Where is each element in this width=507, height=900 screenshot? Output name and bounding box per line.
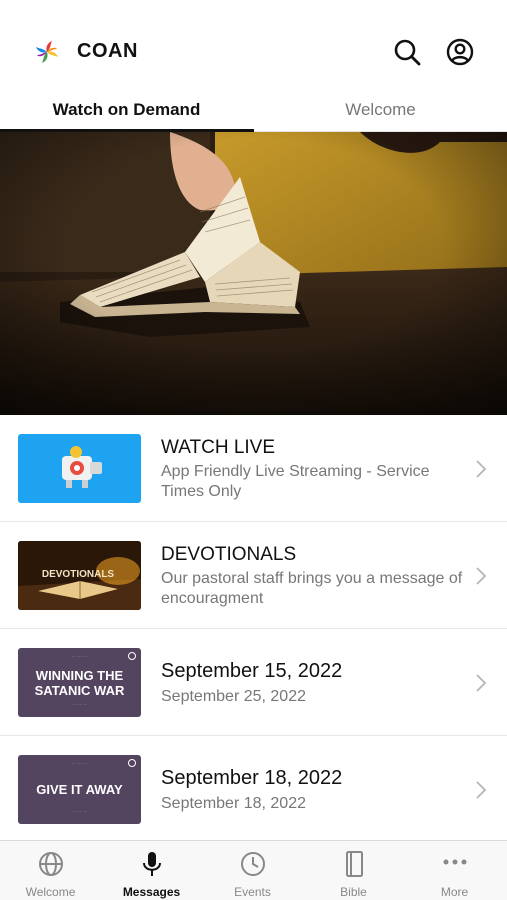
open-bible-photo	[0, 132, 507, 415]
tab-watch-on-demand[interactable]: Watch on Demand	[0, 88, 253, 132]
item-title: DEVOTIONALS	[161, 544, 297, 565]
item-subtitle: Our pastoral staff brings you a message …	[161, 570, 463, 607]
search-icon[interactable]	[393, 38, 421, 66]
thumbnail-text: DEVOTIONALS	[42, 569, 115, 580]
item-title: WATCH LIVE	[161, 437, 276, 458]
tabbar-item-welcome[interactable]: Welcome	[0, 841, 101, 900]
chevron-right-icon	[476, 674, 487, 692]
item-title: September 15, 2022	[161, 660, 343, 682]
microphone-icon	[143, 852, 161, 876]
tabbar-item-more[interactable]: More	[404, 841, 505, 900]
chevron-right-icon	[476, 781, 487, 799]
more-dots-icon	[443, 859, 467, 865]
app-title: COAN	[77, 40, 138, 62]
live-stream-thumbnail	[18, 434, 141, 503]
item-title: September 18, 2022	[161, 767, 343, 789]
book-icon	[346, 851, 363, 877]
list-item[interactable]: · · · · · · · WINNING THE SATANIC WAR · …	[0, 629, 507, 736]
tabbar-label: Welcome	[25, 885, 76, 899]
tab-label: Welcome	[345, 100, 416, 119]
tabbar-label: Events	[234, 885, 271, 899]
list-item[interactable]: DEVOTIONALS DEVOTIONALS Our pastoral sta…	[0, 522, 507, 629]
tabbar-label: Messages	[122, 885, 181, 899]
item-subtitle: September 18, 2022	[161, 795, 306, 812]
chevron-right-icon	[476, 567, 487, 585]
thumbnail-title: GIVE IT AWAY	[36, 782, 123, 797]
item-subtitle: App Friendly Live Streaming - Service Ti…	[161, 463, 430, 500]
tab-label: Watch on Demand	[52, 100, 201, 119]
tabbar-item-messages[interactable]: Messages	[101, 841, 202, 900]
tab-welcome[interactable]: Welcome	[254, 88, 507, 132]
tabbar-label: More	[440, 885, 469, 899]
tabbar-label: Bible	[340, 885, 367, 899]
church-logo-icon	[128, 759, 136, 767]
thumbnail-fine-print: · · · · · ·	[72, 809, 87, 814]
tabbar-item-bible[interactable]: Bible	[303, 841, 404, 900]
bible-image-icon: DEVOTIONALS	[18, 541, 141, 610]
sermon-thumbnail: · · · · · · · GIVE IT AWAY · · · · · ·	[18, 755, 141, 824]
globe-icon	[39, 852, 63, 876]
list-item[interactable]: WATCH LIVE App Friendly Live Streaming -…	[0, 415, 507, 522]
user-account-icon[interactable]	[446, 38, 474, 66]
app-header: COAN	[0, 0, 507, 88]
content-tabs: Watch on Demand Welcome	[0, 88, 507, 132]
sermon-thumbnail: · · · · · · · WINNING THE SATANIC WAR · …	[18, 648, 141, 717]
thumbnail-fine-print: · · · · · ·	[72, 702, 87, 707]
bottom-tab-bar: Welcome Messages Events Bible More	[0, 840, 507, 900]
list-item[interactable]: · · · · · · · GIVE IT AWAY · · · · · · S…	[0, 736, 507, 843]
thumbnail-title: WINNING THE SATANIC WAR	[34, 668, 125, 698]
pinwheel-logo-icon	[36, 41, 58, 63]
camera-icon	[62, 446, 102, 488]
thumbnail-fine-print: · · · · · · ·	[71, 761, 88, 766]
church-logo-icon	[128, 652, 136, 660]
thumbnail-fine-print: · · · · · · ·	[71, 654, 88, 659]
item-subtitle: September 25, 2022	[161, 688, 306, 705]
devotionals-thumbnail: DEVOTIONALS	[18, 541, 141, 610]
clock-icon	[241, 852, 265, 876]
hero-image	[0, 132, 507, 415]
tabbar-item-events[interactable]: Events	[202, 841, 303, 900]
chevron-right-icon	[476, 460, 487, 478]
